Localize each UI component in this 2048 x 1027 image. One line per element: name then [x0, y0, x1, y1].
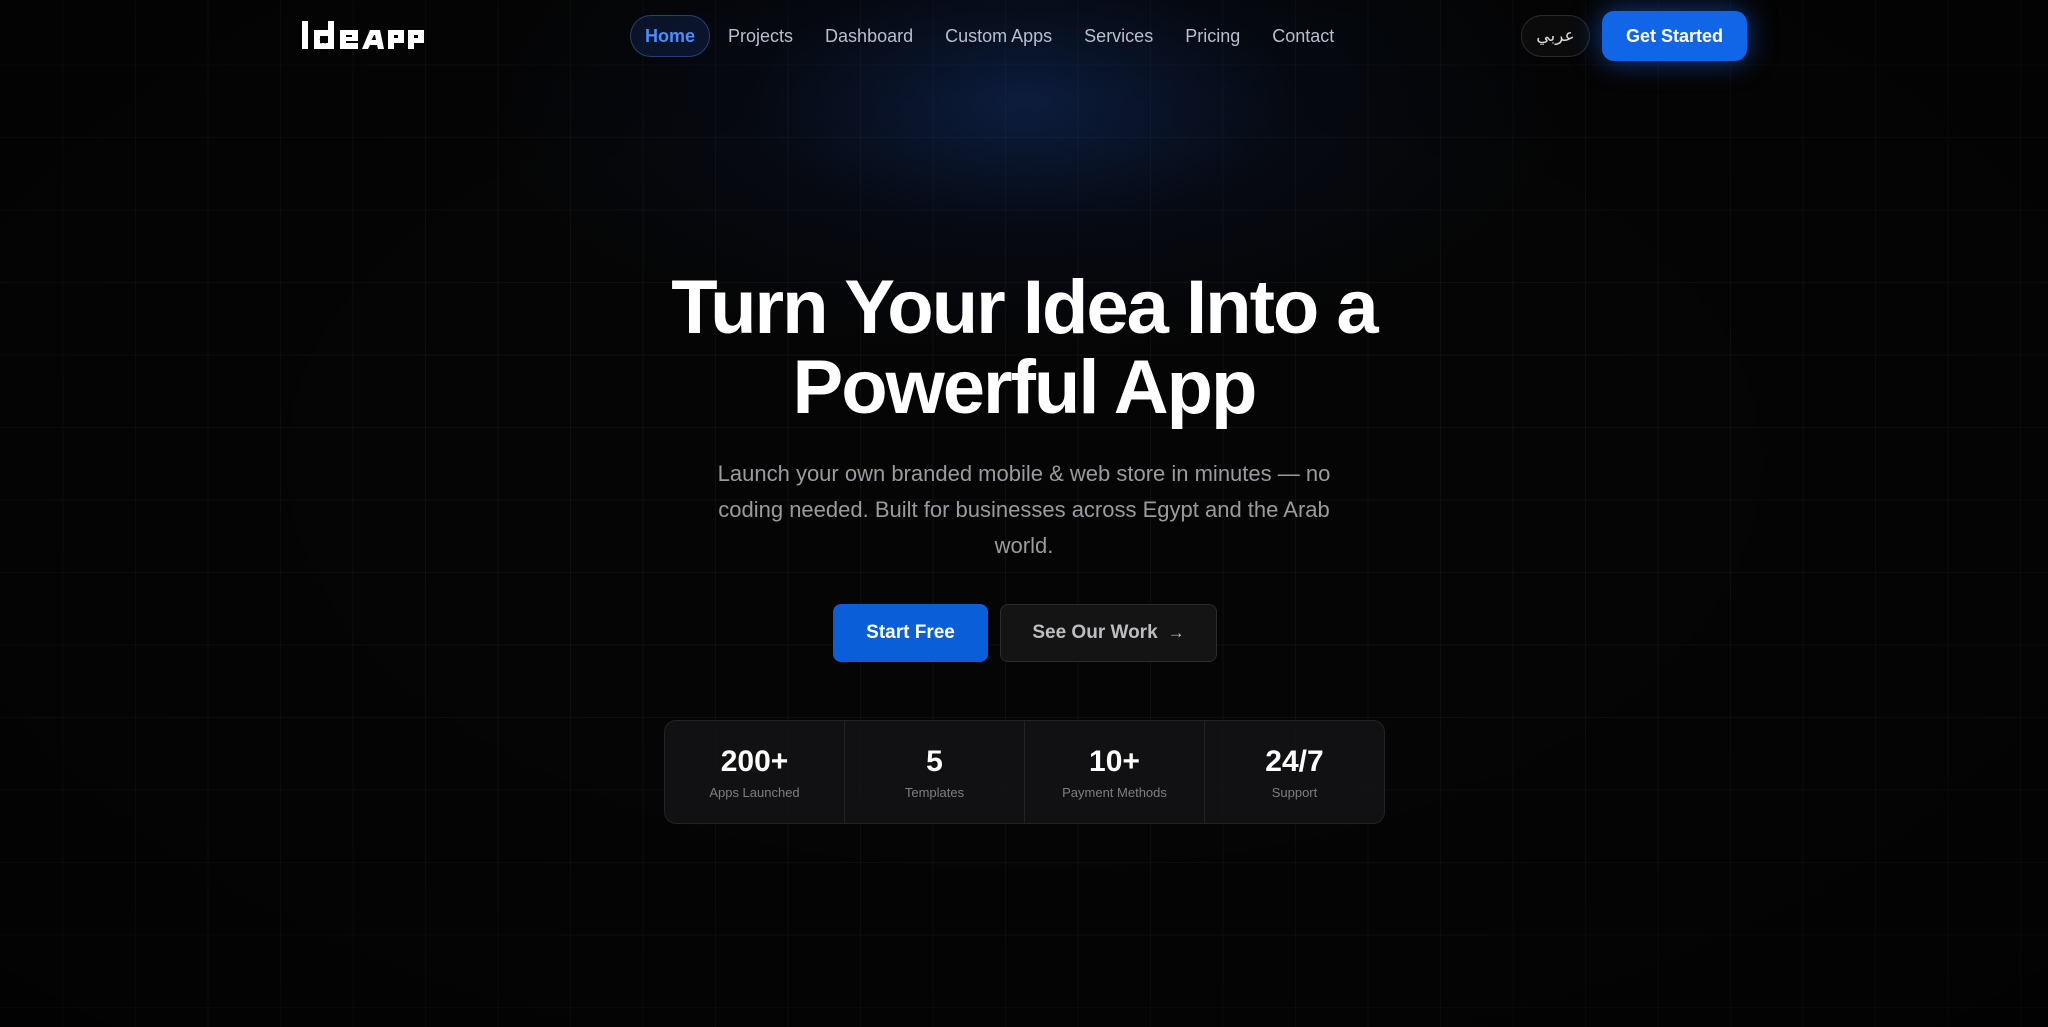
hero-title-line2: Powerful App — [792, 345, 1258, 430]
stat-label: Support — [1271, 784, 1318, 800]
see-our-work-label: See Our Work — [1032, 622, 1158, 643]
start-free-button[interactable]: Start Free — [833, 604, 988, 662]
hero-actions: Start Free See Our Work → — [833, 604, 1217, 662]
nav-item-services[interactable]: Services — [1070, 15, 1167, 57]
hero-subtitle: Launch your own branded mobile & web sto… — [717, 461, 1331, 558]
stat-support: 24/7 Support — [1205, 721, 1384, 823]
hero-title: Turn Your Idea Into a Powerful App — [0, 268, 2048, 428]
see-our-work-button[interactable]: See Our Work → — [1000, 604, 1217, 662]
start-free-label: Start Free — [866, 622, 955, 643]
hero-title-line1: Turn Your Idea Into a — [671, 265, 1378, 350]
stat-label: Templates — [904, 784, 965, 800]
brand-logo[interactable] — [300, 18, 450, 54]
nav-item-contact[interactable]: Contact — [1258, 15, 1348, 57]
stat-payment-methods: 10+ Payment Methods — [1025, 721, 1205, 823]
stat-label: Apps Launched — [709, 784, 800, 800]
stat-templates: 5 Templates — [845, 721, 1025, 823]
arrow-right-icon: → — [1167, 623, 1185, 642]
nav-item-home[interactable]: Home — [630, 15, 711, 57]
stat-value: 10+ — [1089, 744, 1140, 778]
stat-value: 200+ — [720, 744, 789, 778]
site-header: Home Projects Dashboard Custom Apps Serv… — [0, 0, 2048, 72]
main-nav: Home Projects Dashboard Custom Apps Serv… — [630, 15, 1352, 57]
stat-value: 5 — [926, 744, 943, 778]
get-started-button[interactable]: Get Started — [1602, 11, 1747, 61]
nav-item-pricing[interactable]: Pricing — [1171, 15, 1254, 57]
stat-label: Payment Methods — [1062, 784, 1167, 800]
language-toggle-button[interactable]: عربي — [1521, 15, 1590, 57]
nav-item-custom-apps[interactable]: Custom Apps — [931, 15, 1066, 57]
stat-apps-launched: 200+ Apps Launched — [665, 721, 845, 823]
stat-value: 24/7 — [1265, 744, 1324, 778]
nav-item-projects[interactable]: Projects — [714, 15, 807, 57]
stats-bar: 200+ Apps Launched 5 Templates 10+ Payme… — [664, 720, 1385, 824]
ideapp-logo-icon — [302, 21, 424, 49]
nav-item-dashboard[interactable]: Dashboard — [811, 15, 927, 57]
